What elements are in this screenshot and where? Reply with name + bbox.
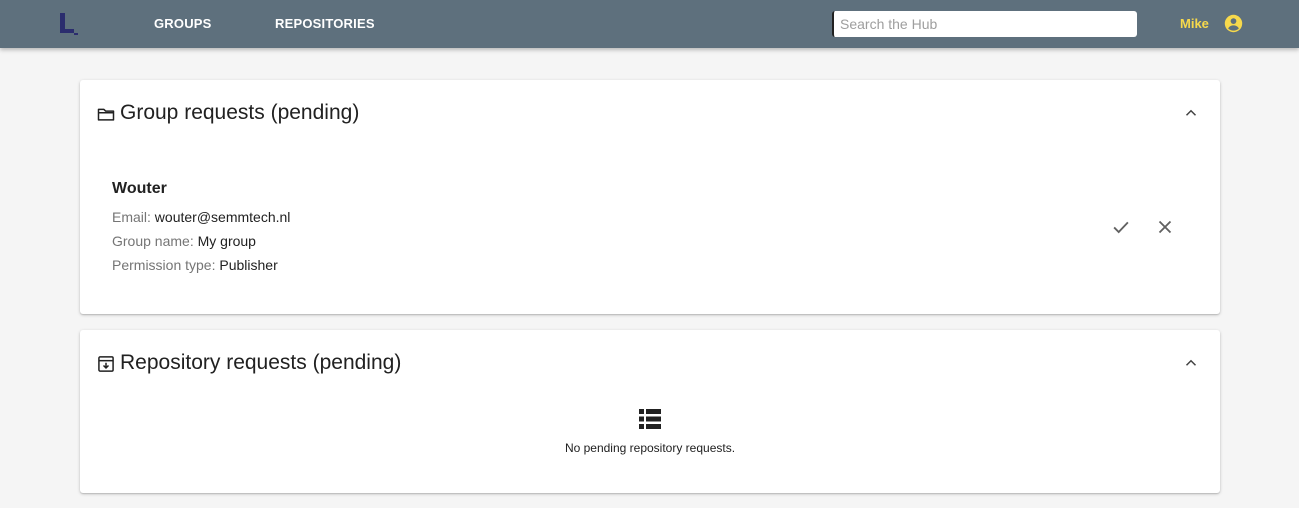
- group-request-item: Wouter Email: wouter@semmtech.nl Group n…: [112, 180, 290, 277]
- folder-icon: [97, 108, 115, 121]
- requester-email-line: Email: wouter@semmtech.nl: [112, 205, 290, 229]
- top-app-bar: GROUPS REPOSITORIES Mike: [0, 0, 1299, 48]
- nav-groups-link[interactable]: GROUPS: [154, 16, 212, 31]
- chevron-up-icon[interactable]: [1182, 354, 1200, 372]
- logo-icon[interactable]: [58, 11, 80, 37]
- permission-type-label: Permission type:: [112, 257, 220, 273]
- group-requests-panel: Group requests (pending) Wouter Email: w…: [80, 80, 1220, 314]
- chevron-up-icon[interactable]: [1182, 104, 1200, 122]
- user-name[interactable]: Mike: [1180, 16, 1209, 31]
- list-icon: [639, 409, 661, 429]
- account-circle-icon[interactable]: [1224, 14, 1243, 33]
- group-name-value: My group: [197, 233, 256, 249]
- repository-requests-panel: Repository requests (pending) No pending…: [80, 330, 1220, 493]
- nav-repositories-link[interactable]: REPOSITORIES: [275, 16, 375, 31]
- group-name-label: Group name:: [112, 233, 198, 249]
- group-requests-header[interactable]: Group requests (pending): [80, 80, 1220, 146]
- permission-type-value: Publisher: [219, 257, 278, 273]
- reject-request-close-icon[interactable]: [1154, 216, 1176, 238]
- email-label: Email:: [112, 209, 155, 225]
- group-name-line: Group name: My group: [112, 229, 290, 253]
- requester-email: wouter@semmtech.nl: [154, 209, 291, 225]
- group-requests-title: Group requests (pending): [120, 101, 360, 124]
- search-input[interactable]: [832, 11, 1137, 37]
- requester-name: Wouter: [112, 180, 167, 197]
- accept-request-check-icon[interactable]: [1110, 216, 1132, 238]
- repository-requests-title: Repository requests (pending): [120, 351, 402, 374]
- archive-icon: [98, 356, 114, 372]
- repository-requests-header[interactable]: Repository requests (pending): [80, 330, 1220, 396]
- empty-state-message: No pending repository requests.: [564, 441, 736, 455]
- permission-type-line: Permission type: Publisher: [112, 253, 290, 277]
